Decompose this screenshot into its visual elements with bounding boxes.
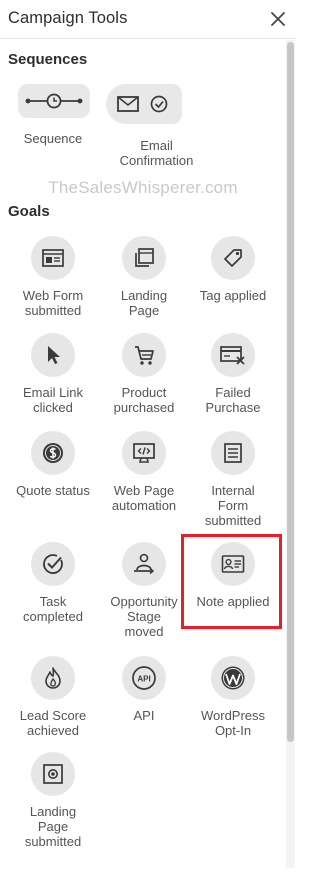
dollar-icon [41, 441, 65, 465]
goal-product-purchased[interactable]: Product purchased [99, 333, 189, 415]
goal-icon-circle [31, 542, 75, 586]
email-check-icon [116, 94, 172, 114]
sequence-tile[interactable] [18, 84, 90, 118]
sequences-heading: Sequences [8, 51, 88, 68]
landing-page-icon [133, 247, 155, 269]
cart-icon [133, 344, 155, 366]
task-check-icon [41, 552, 65, 576]
goal-email-link-clicked[interactable]: Email Link clicked [8, 333, 98, 415]
goal-label: Email Link clicked [23, 385, 83, 415]
goal-web-form-submitted[interactable]: Web Form submitted [8, 236, 98, 318]
goal-icon-circle [122, 431, 166, 475]
goal-label: Opportunity Stage moved [110, 594, 178, 639]
goal-icon-circle [122, 333, 166, 377]
goal-icon-circle: API [122, 656, 166, 700]
goal-internal-form-submitted[interactable]: Internal Form submitted [188, 431, 278, 528]
panel-title: Campaign Tools [8, 9, 128, 27]
goal-icon-circle [122, 542, 166, 586]
goal-label: Lead Score achieved [19, 708, 87, 738]
flame-icon [43, 666, 63, 690]
failed-card-icon [220, 345, 246, 365]
goal-quote-status[interactable]: Quote status [8, 431, 98, 498]
goal-label: Landing Page submitted [24, 804, 82, 849]
web-form-icon [42, 248, 64, 268]
code-monitor-icon [132, 442, 156, 464]
email-confirmation-tile[interactable] [106, 84, 182, 124]
goal-label: Landing Page [120, 288, 168, 318]
goal-task-completed[interactable]: Task completed [8, 542, 98, 624]
campaign-tools-panel: Campaign Tools Sequences Sequence Email … [0, 0, 296, 875]
cursor-icon [43, 344, 63, 366]
goal-icon-circle [31, 236, 75, 280]
goal-label: Failed Purchase [205, 385, 261, 415]
tag-icon [222, 247, 244, 269]
highlight-box [181, 534, 282, 629]
goal-label: API [133, 708, 155, 723]
goal-lead-score-achieved[interactable]: Lead Score achieved [8, 656, 98, 738]
email-confirmation-label: Email Confirmation [119, 138, 194, 168]
goal-label: Web Page automation [111, 483, 177, 513]
document-icon [223, 442, 243, 464]
goal-icon-circle [122, 236, 166, 280]
goal-icon-circle [31, 431, 75, 475]
goal-label: Internal Form submitted [204, 483, 262, 528]
opportunity-stage-icon [132, 552, 156, 576]
goal-icon-circle [211, 333, 255, 377]
scrollbar[interactable] [286, 40, 295, 868]
goal-web-page-automation[interactable]: Web Page automation [99, 431, 189, 513]
close-icon[interactable] [268, 9, 288, 29]
svg-text:API: API [137, 675, 150, 684]
goal-label: Tag applied [199, 288, 267, 303]
goal-icon-circle [31, 333, 75, 377]
goal-api[interactable]: API API [99, 656, 189, 723]
goal-label: Product purchased [113, 385, 175, 415]
goal-icon-circle [211, 431, 255, 475]
goal-label: Task completed [23, 594, 83, 624]
goal-icon-circle [31, 752, 75, 796]
goal-label: WordPress Opt-In [200, 708, 266, 738]
goal-wordpress-opt-in[interactable]: WordPress Opt-In [188, 656, 278, 738]
sequence-timeline-icon [24, 91, 84, 111]
landing-submit-icon [42, 763, 64, 785]
goal-icon-circle [211, 236, 255, 280]
scrollbar-thumb[interactable] [287, 42, 294, 742]
panel-header: Campaign Tools [0, 0, 296, 39]
goal-opportunity-stage-moved[interactable]: Opportunity Stage moved [99, 542, 189, 639]
wordpress-icon [220, 665, 246, 691]
goal-label: Web Form submitted [22, 288, 84, 318]
goal-tag-applied[interactable]: Tag applied [188, 236, 278, 303]
goal-landing-page[interactable]: Landing Page [99, 236, 189, 318]
api-icon: API [131, 665, 157, 691]
goals-heading: Goals [8, 203, 50, 220]
sequence-label: Sequence [23, 131, 83, 146]
goal-landing-page-submitted[interactable]: Landing Page submitted [8, 752, 98, 849]
goal-icon-circle [211, 656, 255, 700]
watermark-text: TheSalesWhisperer.com [48, 178, 238, 197]
goal-icon-circle [31, 656, 75, 700]
goal-failed-purchase[interactable]: Failed Purchase [188, 333, 278, 415]
goal-label: Quote status [16, 483, 90, 498]
